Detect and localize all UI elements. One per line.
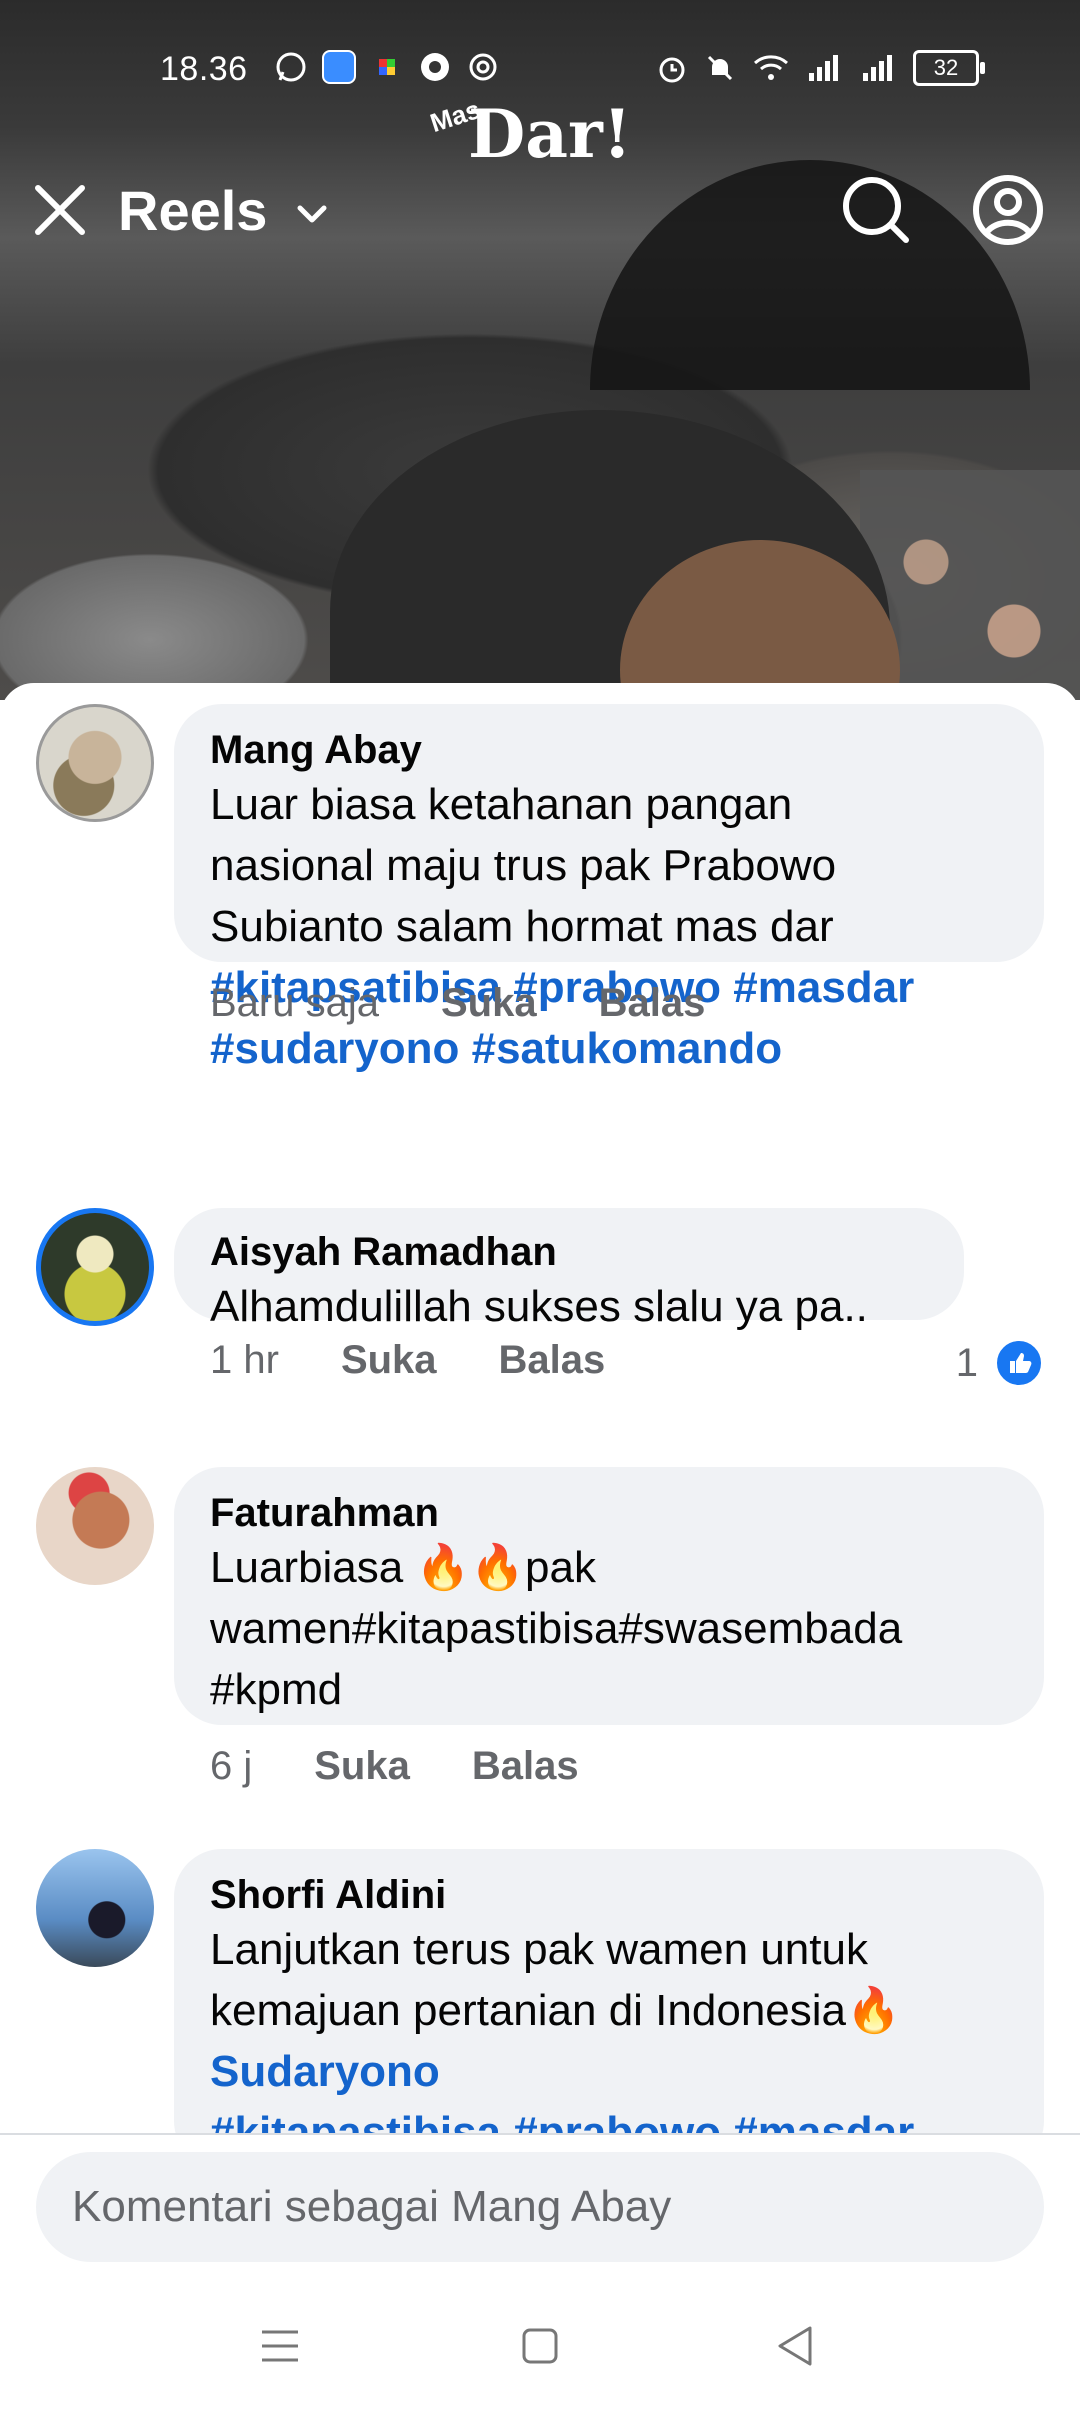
wifi-icon <box>751 51 791 85</box>
search-icon[interactable] <box>836 170 916 250</box>
status-app-icons <box>274 50 500 84</box>
comment-author[interactable]: Aisyah Ramadhan <box>210 1228 928 1276</box>
comment-text: Lanjutkan terus pak wamen untuk kemajuan… <box>210 1925 901 2035</box>
comment-mention[interactable]: Sudaryono <box>210 2041 1008 2102</box>
alarm-icon <box>655 51 689 85</box>
battery-indicator: 32 <box>913 50 985 86</box>
avatar[interactable] <box>36 704 154 822</box>
comment-author[interactable]: Faturahman <box>210 1489 1008 1537</box>
comment-time: 6 j <box>210 1744 253 1788</box>
signal-icon <box>805 51 845 85</box>
comments-sheet[interactable]: Mang Abay Luar biasa ketahanan pangan na… <box>0 683 1080 2280</box>
reels-title[interactable]: Reels <box>118 178 267 243</box>
comment-time: 1 hr <box>210 1338 279 1382</box>
close-icon[interactable] <box>30 180 90 240</box>
bell-muted-icon <box>703 51 737 85</box>
like-button[interactable]: Suka <box>441 981 537 1026</box>
comment-actions: Baru saja Suka Balas <box>210 981 767 1026</box>
comment-text: Luar biasa ketahanan pangan nasional maj… <box>210 780 837 951</box>
sync-icon <box>466 50 500 84</box>
home-icon[interactable] <box>514 2320 566 2372</box>
chrome-icon <box>418 50 452 84</box>
avatar[interactable] <box>36 1208 154 1326</box>
status-indicators: 32 <box>655 50 985 86</box>
menu-icon[interactable] <box>254 2320 306 2372</box>
comment-actions: 6 j Suka Balas <box>210 1744 641 1789</box>
app-blue-icon <box>322 50 356 84</box>
comment-text: Alhamdulillah sukses slalu ya pa.. <box>210 1282 868 1331</box>
comment-bubble[interactable]: Aisyah Ramadhan Alhamdulillah sukses sla… <box>174 1208 964 1331</box>
comment-bubble[interactable]: Shorfi Aldini Lanjutkan terus pak wamen … <box>174 1849 1044 2169</box>
reels-header: Reels <box>0 170 1080 270</box>
comment-time: Baru saja <box>210 981 379 1025</box>
comment-bubble[interactable]: Faturahman Luarbiasa 🔥🔥pak wamen#kitapas… <box>174 1467 1044 1725</box>
comment-input[interactable] <box>36 2152 1044 2262</box>
avatar[interactable] <box>36 1467 154 1585</box>
app-colorful-icon <box>370 50 404 84</box>
comment-text: Luarbiasa 🔥🔥pak wamen#kitapastibisa#swas… <box>210 1543 903 1714</box>
signal-2-icon <box>859 51 899 85</box>
comment-author[interactable]: Mang Abay <box>210 726 1008 774</box>
profile-icon[interactable] <box>968 170 1048 250</box>
comment-bubble[interactable]: Mang Abay Luar biasa ketahanan pangan na… <box>174 704 1044 1073</box>
comment-composer <box>0 2133 1080 2282</box>
reply-button[interactable]: Balas <box>499 1338 606 1383</box>
reply-button[interactable]: Balas <box>472 1744 579 1789</box>
back-icon[interactable] <box>770 2320 822 2372</box>
video-logo: Mas Dar! <box>426 94 670 175</box>
reaction-count: 1 <box>955 1340 978 1385</box>
thumbs-up-icon <box>994 1338 1044 1388</box>
comment-author[interactable]: Shorfi Aldini <box>210 1871 1008 1919</box>
logo-main-text: Dar! <box>468 95 632 173</box>
status-bar: 18.36 32 <box>0 44 1080 94</box>
like-button[interactable]: Suka <box>314 1744 410 1789</box>
reaction-summary[interactable]: 1 <box>956 1338 1044 1388</box>
comment-actions: 1 hr Suka Balas <box>210 1338 667 1383</box>
whatsapp-icon <box>274 50 308 84</box>
like-button[interactable]: Suka <box>341 1338 437 1383</box>
system-nav-bar <box>0 2280 1080 2412</box>
reply-button[interactable]: Balas <box>599 981 706 1026</box>
chevron-down-icon[interactable] <box>292 194 332 234</box>
avatar[interactable] <box>36 1849 154 1967</box>
status-time: 18.36 <box>160 50 248 88</box>
